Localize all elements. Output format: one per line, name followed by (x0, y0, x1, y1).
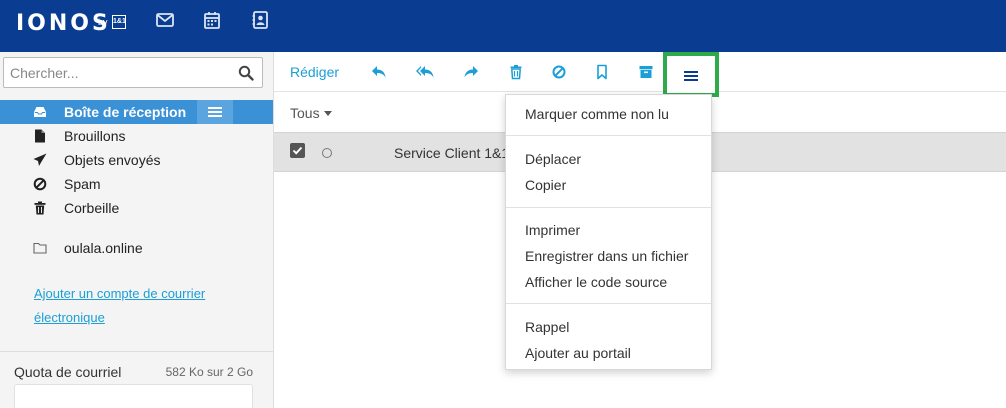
row-sender: Service Client 1&1 (394, 145, 510, 161)
menu-item-reminder[interactable]: Rappel (525, 319, 569, 335)
sidebar-item-spam[interactable]: Spam (0, 172, 273, 196)
unread-indicator[interactable] (322, 148, 332, 158)
flag-icon[interactable] (592, 62, 612, 82)
sidebar-item-label: Boîte de réception (64, 104, 187, 120)
divider (506, 135, 711, 136)
more-menu-icon (684, 71, 698, 81)
menu-item-copy[interactable]: Copier (525, 177, 566, 193)
divider (506, 207, 711, 208)
forward-icon[interactable] (461, 62, 481, 82)
sidebar-item-sent[interactable]: Objets envoyés (0, 148, 273, 172)
search-box (3, 57, 263, 88)
chevron-down-icon (323, 111, 332, 116)
row-checkbox[interactable] (290, 143, 305, 158)
sidebar: Boîte de réception Brouillons Objets env… (0, 52, 274, 408)
mail-icon[interactable] (155, 10, 175, 30)
sidebar-item-trash[interactable]: Corbeille (0, 196, 273, 220)
quota-bar (14, 384, 253, 408)
reply-icon[interactable] (369, 62, 389, 82)
logo-badge: 1&1 (112, 15, 126, 29)
trash-icon (33, 201, 47, 215)
quota-value: 582 Ko sur 2 Go (165, 365, 253, 379)
filter-dropdown[interactable]: Tous (290, 105, 332, 121)
menu-item-mark-unread[interactable]: Marquer comme non lu (525, 106, 669, 122)
more-menu-button[interactable] (663, 52, 719, 97)
folder-icon (33, 241, 47, 255)
archive-icon[interactable] (636, 62, 656, 82)
ban-icon (33, 177, 47, 191)
quota-label: Quota de courriel (14, 364, 122, 380)
menu-item-save-to-file[interactable]: Enregistrer dans un fichier (525, 248, 688, 264)
sidebar-item-label: Brouillons (64, 128, 126, 144)
top-header: IONOS by 1&1 (0, 0, 1006, 52)
divider (0, 351, 273, 352)
sidebar-item-label: Corbeille (64, 200, 120, 216)
sidebar-item-oulala[interactable]: oulala.online (0, 236, 273, 260)
file-icon (33, 129, 47, 143)
add-account-link[interactable]: Ajouter un compte de courrier électroniq… (34, 282, 244, 330)
filter-label: Tous (290, 105, 320, 121)
ionos-logo[interactable]: IONOS (16, 11, 111, 36)
spam-icon[interactable] (549, 62, 569, 82)
menu-item-print[interactable]: Imprimer (525, 222, 580, 238)
sidebar-item-drafts[interactable]: Brouillons (0, 124, 273, 148)
menu-item-move[interactable]: Déplacer (525, 151, 581, 167)
logo-by-text: by (98, 17, 108, 27)
sidebar-item-label: Objets envoyés (64, 152, 161, 168)
more-actions-menu: Marquer comme non lu Déplacer Copier Imp… (505, 94, 712, 370)
check-icon (292, 146, 303, 155)
hamburger-icon (208, 107, 222, 117)
inbox-icon (33, 105, 47, 119)
send-icon (33, 153, 47, 167)
calendar-icon[interactable] (202, 10, 222, 30)
sidebar-item-inbox[interactable]: Boîte de réception (0, 100, 273, 124)
sidebar-item-label: oulala.online (64, 240, 143, 256)
folder-menu-button[interactable] (197, 100, 233, 124)
search-icon[interactable] (238, 65, 254, 81)
compose-button[interactable]: Rédiger (290, 64, 339, 80)
message-toolbar: Rédiger (274, 52, 1006, 92)
search-input[interactable] (10, 64, 230, 82)
reply-all-icon[interactable] (415, 62, 435, 82)
sidebar-item-label: Spam (64, 176, 101, 192)
divider (506, 303, 711, 304)
menu-item-add-to-portal[interactable]: Ajouter au portail (525, 345, 631, 361)
contacts-icon[interactable] (250, 10, 270, 30)
menu-item-view-source[interactable]: Afficher le code source (525, 274, 667, 290)
delete-icon[interactable] (506, 62, 526, 82)
